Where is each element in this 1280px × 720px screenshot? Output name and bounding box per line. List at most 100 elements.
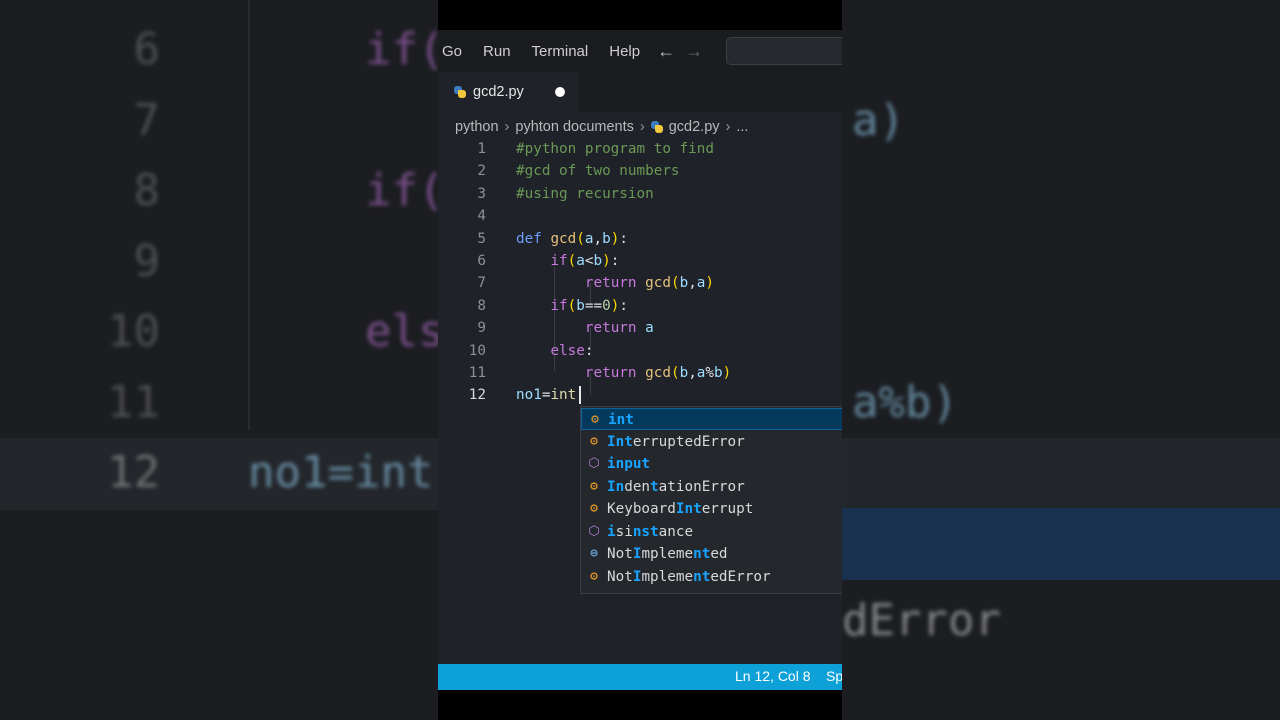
code-text: #python program to find [516, 141, 714, 157]
command-center-search[interactable] [726, 37, 842, 65]
line-number: 2 [477, 163, 486, 180]
menu-help[interactable]: Help [609, 43, 640, 60]
line-number: 12 [468, 387, 486, 404]
suggestion-label: input [607, 456, 651, 472]
zoomed-code-fragment: a%b) [852, 377, 958, 428]
arrow-left-icon[interactable]: ← [657, 41, 675, 62]
code-line-active: 12 no1=int [438, 384, 842, 406]
zoomed-code-fragment: dError [842, 595, 1001, 646]
suggestion-item[interactable]: ⚙ int [581, 408, 842, 430]
line-number: 8 [477, 297, 486, 314]
code-text: else: [550, 342, 594, 359]
code-text: def gcd(a,b): [516, 230, 628, 247]
class-icon: ⚙ [590, 478, 598, 494]
code-text: return a [584, 320, 654, 337]
zoomed-line-number: 9 [133, 236, 161, 287]
zoomed-line-number: 7 [133, 95, 161, 146]
line-number: 3 [477, 185, 486, 202]
suggestion-label: KeyboardInterrupt [607, 501, 754, 517]
line-number: 7 [477, 275, 486, 292]
code-line: 2 #gcd of two numbers [438, 160, 842, 182]
code-text: return gcd(b,a) [584, 275, 715, 292]
line-number: 1 [477, 141, 486, 157]
breadcrumb: python › pyhton documents › gcd2.py › ..… [455, 117, 748, 137]
code-line: 7 return gcd(b,a) [438, 272, 842, 294]
breadcrumb-item-file[interactable]: gcd2.py [669, 119, 720, 135]
code-text: return gcd(b,a%b) [584, 365, 732, 381]
arrow-right-icon[interactable]: → [685, 41, 703, 62]
menu-go[interactable]: Go [442, 43, 462, 60]
tab-gcd2-py[interactable]: gcd2.py [438, 72, 578, 112]
code-line: 8 if(b==0): [438, 295, 842, 317]
code-text: #using recursion [516, 185, 654, 202]
code-text: if(a<b): [550, 253, 620, 269]
code-line: 5 def gcd(a,b): [438, 228, 842, 250]
cursor-position[interactable]: Ln 12, Col 8 [735, 668, 811, 684]
suggestion-label: int [608, 412, 634, 428]
zoomed-line-number: 11 [107, 377, 160, 428]
zoomed-code-fragment: els [365, 306, 445, 357]
zoomed-code-fragment: if( [365, 24, 445, 75]
python-file-icon [650, 121, 663, 133]
suggestion-item[interactable]: ⚙ KeyboardInterrupt [581, 498, 842, 520]
autocomplete-suggestions: ⚙ int ⚙ InterruptedError ⬡ input ⚙ Inden… [580, 406, 842, 594]
constant-icon: ⊜ [590, 546, 598, 561]
class-icon: ⚙ [590, 501, 598, 516]
zoomed-code-fragment: a) [852, 95, 905, 146]
line-number: 11 [468, 365, 486, 381]
suggestion-item[interactable]: ⚙ InterruptedError [581, 431, 842, 453]
suggestion-item[interactable]: ⬡ input [581, 453, 842, 475]
letterbox-bottom [438, 690, 842, 720]
menu-bar: Go Run Terminal Help ← → [438, 30, 842, 72]
class-icon: ⚙ [590, 568, 598, 584]
line-number: 10 [468, 342, 486, 359]
suggestion-label: isinstance [607, 523, 694, 540]
tab-label: gcd2.py [473, 84, 524, 100]
breadcrumb-item-symbols[interactable]: ... [736, 119, 748, 135]
python-file-icon [454, 86, 466, 98]
zoomed-line-number: 10 [107, 306, 160, 357]
tab-bar: gcd2.py [438, 72, 842, 112]
suggestion-item[interactable]: ⚙ NotImplementedError [581, 566, 842, 588]
suggestion-label: NotImplementedError [607, 568, 771, 585]
code-line: 4 [438, 205, 842, 227]
menu-run[interactable]: Run [483, 43, 511, 60]
zoomed-line-number: 6 [133, 24, 161, 75]
suggestion-item[interactable]: ⬡ isinstance [581, 521, 842, 543]
menu-terminal[interactable]: Terminal [532, 43, 589, 60]
code-text: no1=int [516, 387, 577, 404]
chevron-right-icon: › [504, 119, 510, 135]
breadcrumb-item-folder[interactable]: pyhton documents [515, 119, 634, 135]
zoomed-line-number: 8 [133, 165, 161, 216]
indentation-status[interactable]: Sp [826, 668, 842, 684]
breadcrumb-item-python[interactable]: python [455, 119, 499, 135]
text-cursor [579, 386, 581, 405]
function-icon: ⬡ [588, 523, 600, 539]
letterbox-top [438, 0, 842, 30]
code-line: 9 return a [438, 317, 842, 339]
class-icon: ⚙ [591, 412, 599, 427]
code-line: 6 if(a<b): [438, 250, 842, 272]
suggestion-label: InterruptedError [607, 433, 745, 450]
unsaved-dot-icon[interactable] [555, 87, 565, 97]
zoomed-code-fragment: if( [365, 165, 445, 216]
zoomed-line-number: 12 [107, 447, 160, 498]
class-icon: ⚙ [590, 433, 598, 449]
code-text: if(b==0): [550, 297, 628, 314]
line-number: 9 [477, 320, 486, 337]
status-bar: Ln 12, Col 8 Sp [438, 664, 842, 690]
code-line: 1 #python program to find [438, 138, 842, 160]
code-line: 10 else: [438, 340, 842, 362]
suggestion-label: NotImplemented [607, 546, 728, 562]
chevron-right-icon: › [639, 119, 645, 135]
line-number: 5 [477, 230, 486, 247]
function-icon: ⬡ [588, 456, 600, 471]
suggestion-item[interactable]: ⊜ NotImplemented [581, 543, 842, 565]
code-text: #gcd of two numbers [516, 163, 680, 180]
code-line: 3 #using recursion [438, 183, 842, 205]
suggestion-item[interactable]: ⚙ IndentationError [581, 476, 842, 498]
line-number: 4 [477, 208, 486, 225]
chevron-right-icon: › [725, 119, 731, 135]
suggestion-label: IndentationError [607, 478, 745, 495]
code-line: 11 return gcd(b,a%b) [438, 362, 842, 384]
